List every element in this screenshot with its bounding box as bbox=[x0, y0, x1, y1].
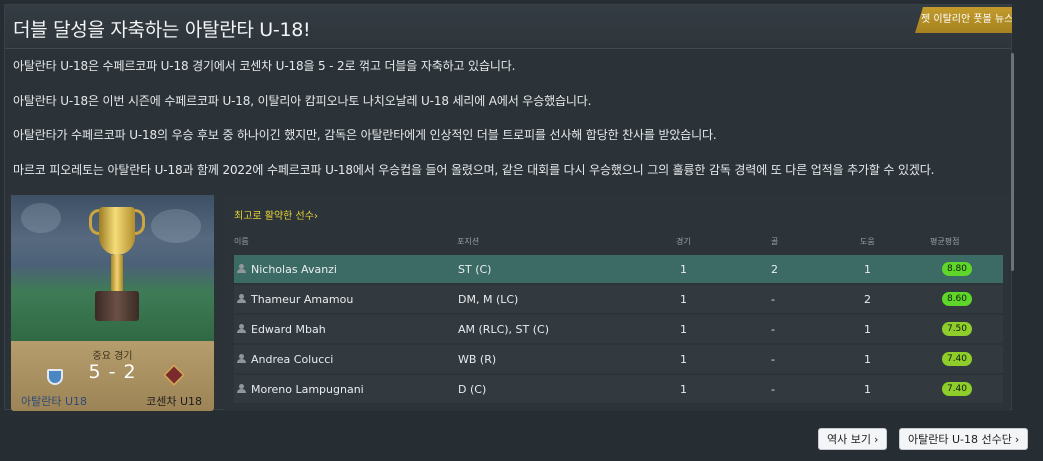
player-apps: 1 bbox=[680, 323, 687, 336]
player-assists: 1 bbox=[864, 353, 871, 366]
player-goals: - bbox=[771, 383, 775, 396]
article-paragraph: 아탈란타 U-18은 수페르코파 U-18 경기에서 코센차 U-18을 5 -… bbox=[13, 59, 516, 73]
top-performers-title: 최고로 활약한 선수 bbox=[234, 211, 314, 222]
player-goals: - bbox=[771, 323, 775, 336]
player-name[interactable]: Edward Mbah bbox=[251, 323, 326, 336]
chevron-right-icon: › bbox=[1014, 433, 1020, 446]
column-header-assists[interactable]: 도움 bbox=[860, 236, 875, 247]
player-goals: 2 bbox=[771, 263, 778, 276]
article-paragraph: 아탈란타 U-18은 이번 시즌에 수페르코파 U-18, 이탈리아 캄피오나토… bbox=[13, 93, 592, 108]
chevron-right-icon: › bbox=[873, 433, 879, 446]
column-header-apps[interactable]: 경기 bbox=[676, 236, 691, 247]
key-match-card[interactable]: 중요 경기 5 - 2 아탈란타 U18 코센차 U18 bbox=[11, 341, 214, 411]
player-apps: 1 bbox=[680, 383, 687, 396]
scrollbar-thumb[interactable] bbox=[1011, 53, 1014, 271]
stadium-light bbox=[151, 209, 201, 243]
article-paragraph: 아탈란타가 수페르코파 U-18의 우승 후보 중 하나이긴 했지만, 감독은 … bbox=[13, 128, 717, 142]
chevron-right-icon: › bbox=[313, 211, 318, 222]
column-header-rating[interactable]: 평균평점 bbox=[930, 236, 959, 247]
article-paragraph: 마르코 피오레토는 아탈란타 U-18과 함께 2022에 수페르코파 U-18… bbox=[13, 162, 935, 177]
squad-button-label: 아탈란타 U-18 선수단 bbox=[908, 433, 1012, 446]
player-apps: 1 bbox=[680, 353, 687, 366]
player-goals: - bbox=[771, 353, 775, 366]
view-history-button[interactable]: 역사 보기 › bbox=[818, 428, 888, 450]
column-header-goals[interactable]: 골 bbox=[771, 236, 778, 247]
player-assists: 1 bbox=[864, 263, 871, 276]
player-assists: 1 bbox=[864, 383, 871, 396]
squad-button[interactable]: 아탈란타 U-18 선수단 › bbox=[899, 428, 1029, 450]
away-team-name[interactable]: 코센차 U18 bbox=[146, 393, 202, 409]
person-icon bbox=[237, 264, 246, 273]
player-position: ST (C) bbox=[458, 263, 492, 276]
player-row[interactable]: Edward Mbah AM (RLC), ST (C) 1 - 1 7.50 bbox=[234, 315, 1003, 343]
player-apps: 1 bbox=[680, 263, 687, 276]
trophy-base bbox=[95, 291, 139, 321]
player-name[interactable]: Andrea Colucci bbox=[251, 353, 333, 366]
match-score: 5 - 2 bbox=[88, 361, 137, 383]
column-header-name[interactable]: 이름 bbox=[234, 236, 249, 247]
player-row[interactable]: Moreno Lampugnani D (C) 1 - 1 7.40 bbox=[234, 375, 1003, 403]
player-row[interactable]: Andrea Colucci WB (R) 1 - 1 7.40 bbox=[234, 345, 1003, 373]
player-assists: 1 bbox=[864, 323, 871, 336]
article-body: 아탈란타 U-18은 수페르코파 U-18 경기에서 코센차 U-18을 5 -… bbox=[13, 59, 993, 197]
person-icon bbox=[237, 324, 246, 333]
person-icon bbox=[237, 384, 246, 393]
player-position: AM (RLC), ST (C) bbox=[458, 323, 550, 336]
player-goals: - bbox=[771, 293, 775, 306]
key-match-label: 중요 경기 bbox=[92, 351, 133, 362]
player-rating-badge: 7.50 bbox=[942, 322, 972, 336]
player-assists: 2 bbox=[864, 293, 871, 306]
trophy-cup bbox=[99, 207, 135, 255]
top-performers-panel: 최고로 활약한 선수› 이름 포지션 경기 골 도움 평균평점 Nicholas… bbox=[224, 195, 1009, 411]
article-title: 더블 달성을 자축하는 아탈란타 U-18! bbox=[13, 19, 311, 41]
stadium-light bbox=[21, 203, 61, 233]
news-article-panel: 더블 달성을 자축하는 아탈란타 U-18! 젯 이탈리안 풋볼 뉴스 아탈란타… bbox=[4, 4, 1015, 411]
player-rating-badge: 7.40 bbox=[942, 382, 972, 396]
player-position: D (C) bbox=[458, 383, 487, 396]
view-history-label: 역사 보기 bbox=[827, 433, 871, 446]
player-position: WB (R) bbox=[458, 353, 497, 366]
trophy-stem bbox=[111, 255, 123, 293]
news-source-tag[interactable]: 젯 이탈리안 풋볼 뉴스 bbox=[915, 7, 1012, 33]
player-name[interactable]: Moreno Lampugnani bbox=[251, 383, 364, 396]
home-team-name[interactable]: 아탈란타 U18 bbox=[21, 393, 87, 409]
player-apps: 1 bbox=[680, 293, 687, 306]
player-position: DM, M (LC) bbox=[458, 293, 519, 306]
trophy-photo bbox=[11, 195, 214, 341]
article-titlebar: 더블 달성을 자축하는 아탈란타 U-18! 젯 이탈리안 풋볼 뉴스 bbox=[5, 5, 1012, 49]
player-name[interactable]: Thameur Amamou bbox=[251, 293, 353, 306]
player-rating-badge: 7.40 bbox=[942, 352, 972, 366]
player-name[interactable]: Nicholas Avanzi bbox=[251, 263, 337, 276]
player-row[interactable]: Thameur Amamou DM, M (LC) 1 - 2 8.60 bbox=[234, 285, 1003, 313]
top-performers-header[interactable]: 최고로 활약한 선수› bbox=[234, 207, 318, 222]
player-row[interactable]: Nicholas Avanzi ST (C) 1 2 1 8.80 bbox=[234, 255, 1003, 283]
person-icon bbox=[237, 294, 246, 303]
player-rating-badge: 8.60 bbox=[942, 292, 972, 306]
vertical-scrollbar[interactable] bbox=[1010, 53, 1015, 405]
person-icon bbox=[237, 354, 246, 363]
player-rating-badge: 8.80 bbox=[942, 262, 972, 276]
column-header-position[interactable]: 포지션 bbox=[457, 236, 479, 247]
